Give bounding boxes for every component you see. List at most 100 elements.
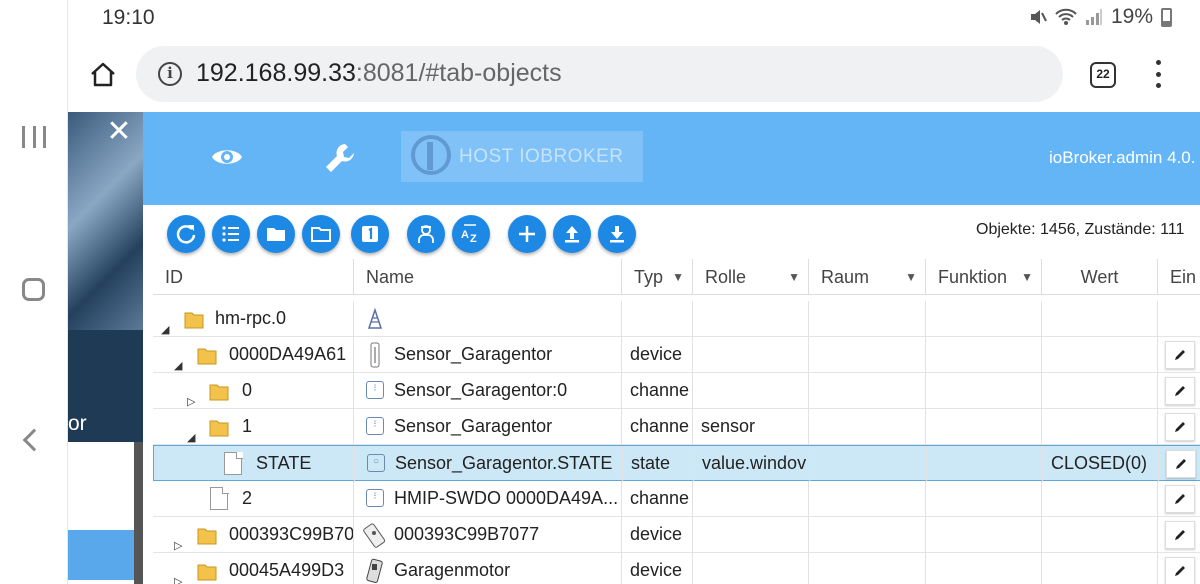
column-header-role[interactable]: Rolle ▼	[693, 259, 809, 295]
close-icon[interactable]: ✕	[106, 117, 132, 147]
folder-icon	[267, 228, 285, 241]
table-row-selected[interactable]: STATE ○ Sensor_Garagentor.STATE state va…	[153, 445, 1200, 482]
list-icon	[222, 226, 239, 242]
column-header-room[interactable]: Raum ▼	[809, 259, 926, 295]
room-cell	[809, 409, 926, 445]
name-cell: ○ Sensor_Garagentor.STATE	[355, 446, 623, 482]
add-object-button[interactable]	[508, 215, 546, 253]
upload-button[interactable]	[553, 215, 591, 253]
value-cell	[1042, 337, 1158, 373]
pencil-icon	[1175, 566, 1185, 576]
more-menu-icon[interactable]	[1155, 60, 1161, 88]
function-cell	[926, 517, 1042, 553]
column-header-function[interactable]: Funktion ▼	[926, 259, 1042, 295]
type-cell: channe	[622, 481, 693, 517]
expanded-arrow-icon[interactable]: ◢	[161, 313, 169, 337]
svg-text:A: A	[461, 229, 469, 241]
role-cell	[693, 517, 809, 553]
type-cell: device	[622, 553, 693, 584]
table-row[interactable]: ▷ 000393C99B70 000393C99B7077 device	[153, 517, 1200, 553]
file-icon	[210, 486, 229, 510]
dropdown-icon[interactable]: ▼	[672, 259, 684, 295]
table-row[interactable]: ▷ 0 ⁝ Sensor_Garagentor:0 channe	[153, 373, 1200, 409]
list-view-button[interactable]	[212, 215, 250, 253]
host-tab-label: HOST IOBROKER	[459, 146, 624, 167]
folder-icon	[209, 384, 229, 401]
value-cell	[1042, 481, 1158, 517]
system-nav	[0, 0, 68, 584]
download-icon	[610, 226, 624, 243]
objects-table: ID Name Typ ▼ Rolle ▼ Raum ▼ Funktion ▼ Wert…	[153, 259, 1200, 584]
role-cell	[693, 301, 809, 337]
pencil-icon	[1175, 422, 1185, 432]
download-button[interactable]	[598, 215, 636, 253]
edit-button[interactable]	[1165, 413, 1195, 441]
address-bar[interactable]: i 192.168.99.33:8081/#tab-objects	[136, 46, 1063, 102]
table-row[interactable]: ◢ 0000DA49A61 Sensor_Garagentor device	[153, 337, 1200, 373]
expanded-arrow-icon[interactable]: ◢	[187, 421, 195, 445]
expert-mode-button[interactable]	[407, 215, 445, 253]
value-cell	[1042, 553, 1158, 584]
recents-icon[interactable]	[22, 126, 46, 148]
expand-all-button[interactable]	[257, 215, 295, 253]
value-cell	[1042, 409, 1158, 445]
id-cell: ▷ 0	[153, 373, 354, 409]
url-text[interactable]: 192.168.99.33:8081/#tab-objects	[196, 59, 562, 88]
value-cell[interactable]: CLOSED(0)	[1043, 446, 1159, 482]
edit-button[interactable]	[1165, 557, 1195, 584]
folder-icon	[197, 348, 217, 365]
role-cell: value.windov	[694, 446, 810, 482]
edit-button[interactable]	[1166, 450, 1196, 478]
table-row[interactable]: ◢ hm-rpc.0	[153, 301, 1200, 337]
dropdown-icon[interactable]: ▼	[788, 259, 800, 295]
column-header-id[interactable]: ID	[153, 259, 354, 295]
iobroker-logo-icon	[411, 135, 451, 175]
tab-switcher-button[interactable]: 22	[1090, 62, 1116, 88]
folder-icon	[209, 420, 229, 437]
tab-host[interactable]: HOST IOBROKER	[401, 131, 643, 182]
refresh-button[interactable]	[167, 215, 205, 253]
expanded-arrow-icon[interactable]: ◢	[174, 349, 182, 373]
wrench-icon[interactable]	[323, 141, 357, 175]
back-icon[interactable]	[22, 428, 46, 452]
column-header-settings[interactable]: Ein	[1158, 259, 1200, 295]
table-row[interactable]: ▷ 00045A499D3 Garagenmotor device	[153, 553, 1200, 584]
expand-level-button[interactable]	[351, 215, 389, 253]
column-header-value[interactable]: Wert	[1042, 259, 1158, 295]
channel-icon: ⁝	[366, 381, 384, 399]
role-cell: sensor	[693, 409, 809, 445]
function-cell	[926, 553, 1042, 584]
column-header-name[interactable]: Name	[354, 259, 622, 295]
level-one-icon	[362, 226, 378, 242]
dropdown-icon[interactable]: ▼	[1021, 259, 1033, 295]
type-cell: channe	[622, 373, 693, 409]
edit-button[interactable]	[1165, 377, 1195, 405]
home-nav-icon[interactable]	[22, 278, 45, 301]
eye-icon[interactable]	[211, 143, 243, 171]
info-icon[interactable]: i	[158, 62, 182, 86]
column-header-type[interactable]: Typ ▼	[622, 259, 693, 295]
collapse-all-button[interactable]	[302, 215, 340, 253]
home-icon[interactable]	[88, 60, 118, 90]
dropdown-icon[interactable]: ▼	[905, 259, 917, 295]
collapsed-arrow-icon[interactable]: ▷	[174, 529, 182, 553]
table-row[interactable]: ◢ 1 ⁝ Sensor_Garagentor channe sensor	[153, 409, 1200, 445]
sort-az-button[interactable]: AZ	[452, 215, 490, 253]
id-cell: ◢ 1	[153, 409, 354, 445]
role-cell	[693, 373, 809, 409]
table-row[interactable]: 2 ⁝ HMIP-SWDO 0000DA49A... channe	[153, 481, 1200, 517]
edit-button[interactable]	[1165, 341, 1195, 369]
drawer-scrollbar[interactable]	[134, 442, 143, 584]
collapsed-arrow-icon[interactable]: ▷	[174, 565, 182, 584]
drawer-active-item[interactable]	[68, 530, 134, 580]
plus-icon	[519, 226, 535, 242]
edit-button[interactable]	[1165, 521, 1195, 549]
objects-toolbar: AZ Objekte: 1456, Zustände: 111	[143, 205, 1200, 259]
table-header: ID Name Typ ▼ Rolle ▼ Raum ▼ Funktion ▼ Wert…	[153, 259, 1200, 295]
value-cell	[1042, 301, 1158, 337]
expert-icon	[418, 225, 434, 243]
name-cell: Garagenmotor	[354, 553, 622, 584]
function-cell	[926, 409, 1042, 445]
collapsed-arrow-icon[interactable]: ▷	[187, 385, 195, 409]
edit-button[interactable]	[1165, 485, 1195, 513]
